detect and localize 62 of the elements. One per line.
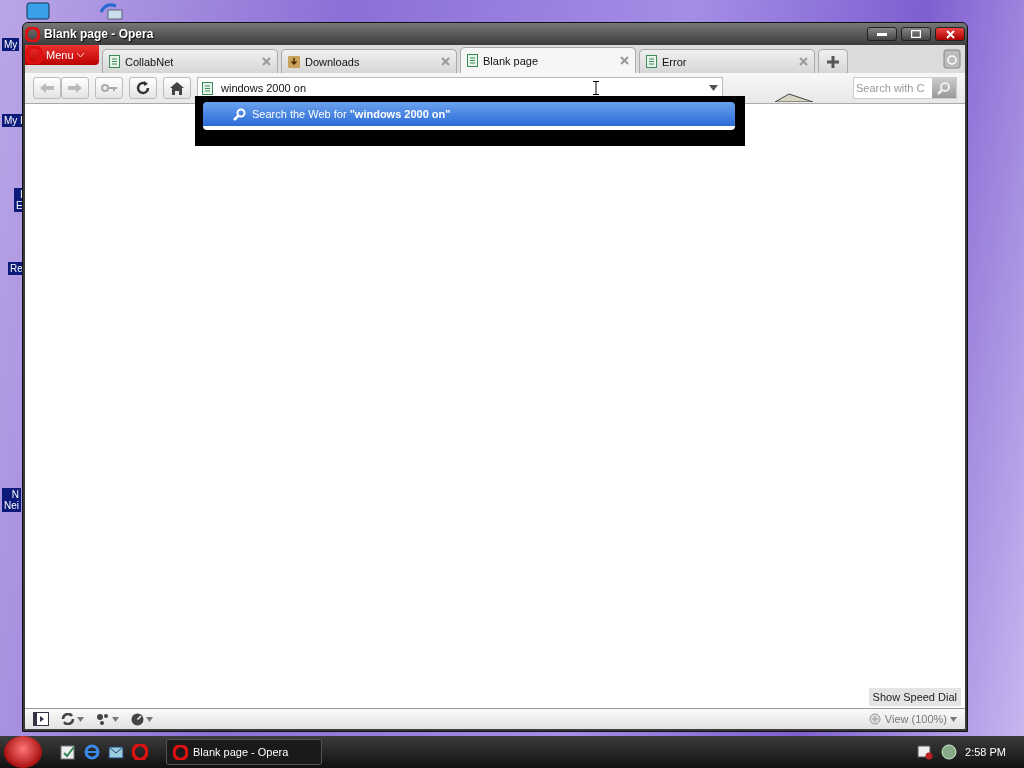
search-field[interactable]: Search with C [854,82,932,94]
sync-icon [61,713,75,725]
caret-icon [77,716,84,722]
address-field[interactable]: windows 2000 on [197,77,723,99]
suggestion-item[interactable]: Search the Web for "windows 2000 on" [203,102,735,130]
caret-icon [112,716,119,722]
dropdown-icon[interactable] [709,85,718,91]
tab[interactable]: Blank page [460,47,636,73]
taskbar-button[interactable]: Blank page - Opera [166,739,322,765]
gauge-icon [131,712,144,726]
page-icon [109,55,120,68]
close-icon [945,29,955,39]
tab[interactable]: Downloads [281,49,457,73]
dots-icon [96,713,110,725]
page-icon [202,81,213,95]
zoom-button[interactable]: View (100%) [868,712,957,726]
maximize-button[interactable] [901,27,931,41]
maximize-icon [911,30,921,38]
desktop-icon-label: N Nei [2,488,21,512]
network-icon[interactable] [98,2,124,20]
caret-icon [950,716,957,722]
chevron-icon [76,52,84,58]
start-button[interactable] [4,736,42,768]
search-box[interactable]: Search with C [853,77,957,99]
computer-icon[interactable] [26,2,50,20]
key-icon [101,84,117,92]
browser-e-icon[interactable] [84,744,100,760]
mail-icon[interactable] [108,744,124,760]
download-icon [288,55,300,68]
search-icon [233,107,246,121]
close-icon[interactable] [620,56,629,65]
panel-toggle-button[interactable] [33,712,49,726]
back-arrow-icon [40,83,54,93]
menu-button[interactable]: Menu [25,45,99,65]
reload-icon [135,80,151,96]
panel-handle-icon [775,92,813,102]
home-icon [170,81,184,95]
caret-icon [146,716,153,722]
reload-button[interactable] [129,77,157,99]
plus-icon [827,55,839,68]
minimize-icon [877,32,887,36]
panel-icon [33,712,49,726]
desktop-icon-label: My [2,38,20,51]
forward-arrow-icon [68,83,82,93]
new-tab-button[interactable] [818,49,848,73]
unite-button[interactable] [96,713,119,725]
window-title: Blank page - Opera [44,27,155,41]
minimize-button[interactable] [867,27,897,41]
home-button[interactable] [163,77,191,99]
show-speed-dial-button[interactable]: Show Speed Dial [868,688,961,706]
zoom-icon [868,712,882,726]
tab[interactable]: CollabNet [102,49,278,73]
close-button[interactable] [935,27,965,41]
tab[interactable]: Error [639,49,815,73]
sync-button[interactable] [61,713,84,725]
search-icon [937,81,951,95]
address-input[interactable]: windows 2000 on [219,81,587,95]
page-icon [646,55,657,68]
turbo-button[interactable] [131,712,153,726]
clock: 2:58 PM [965,746,1006,758]
page-icon [467,54,478,67]
notepad-icon[interactable] [60,744,76,760]
